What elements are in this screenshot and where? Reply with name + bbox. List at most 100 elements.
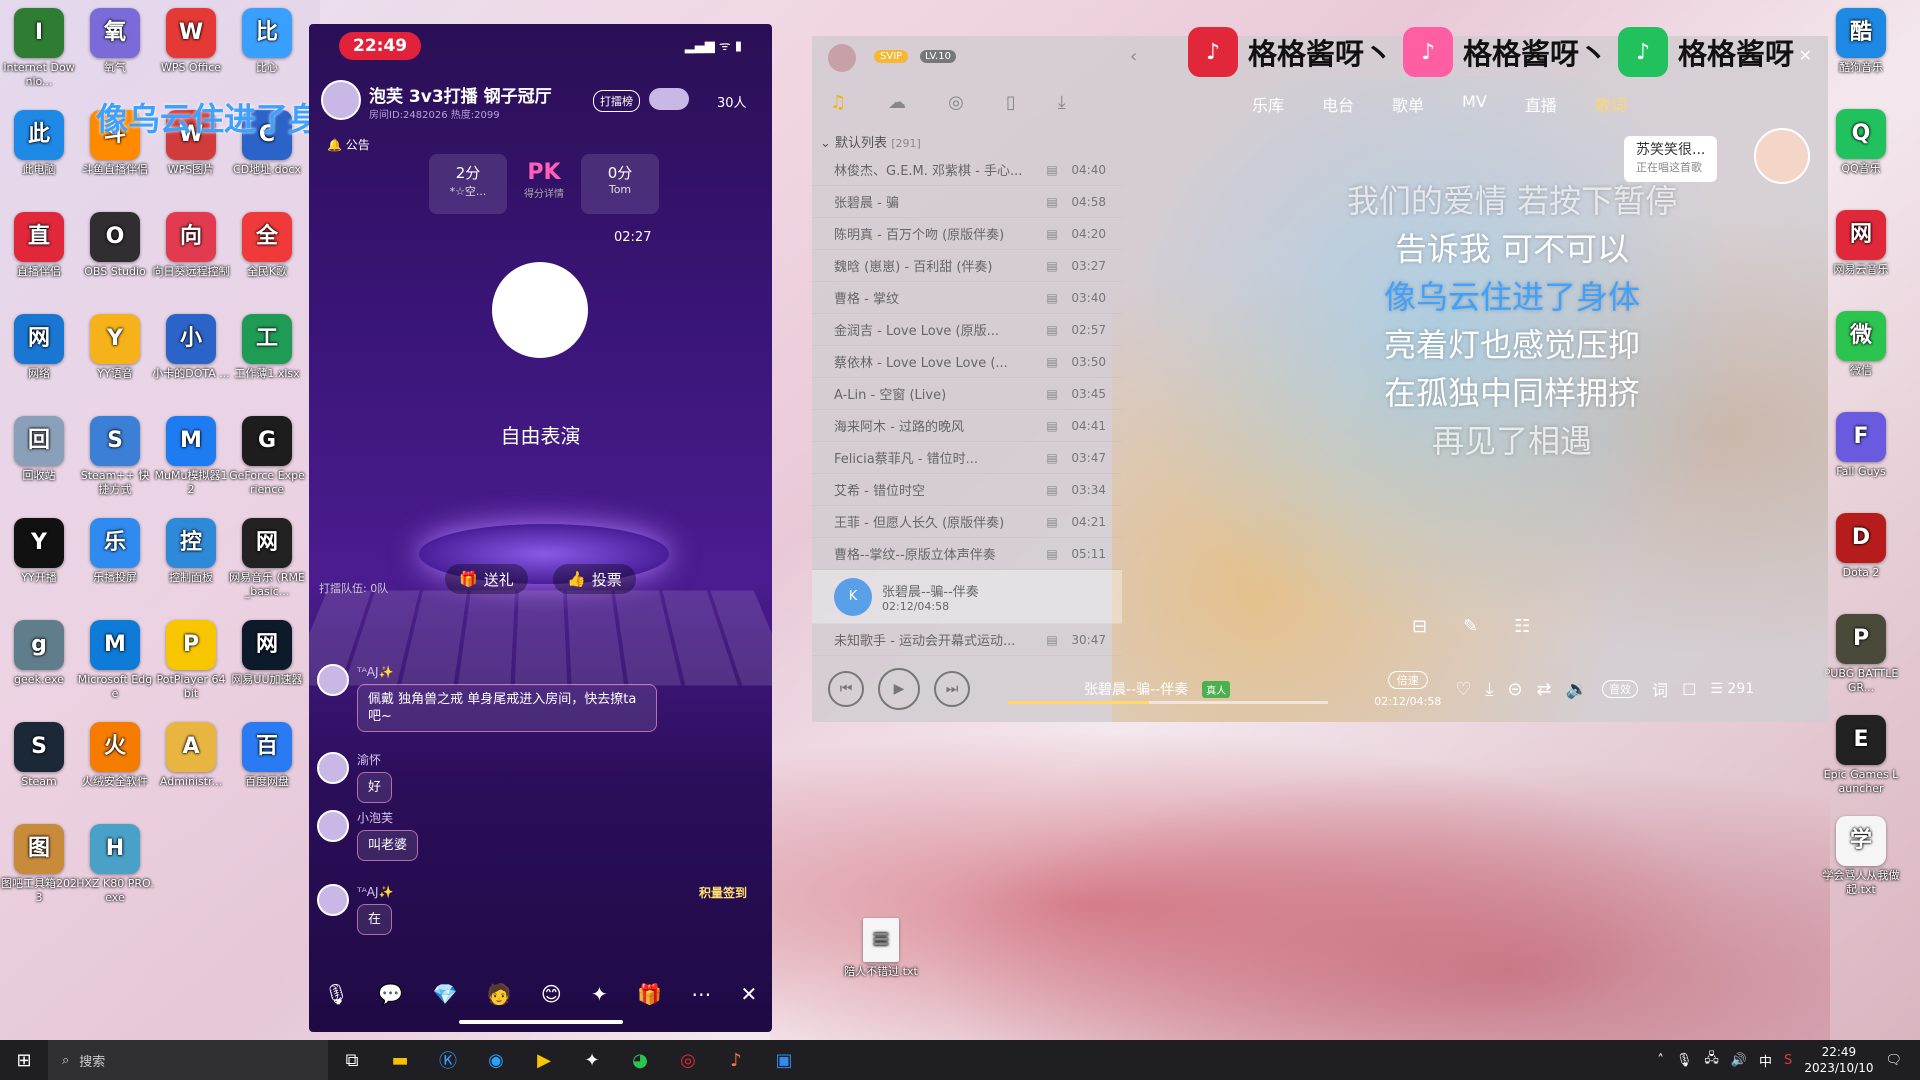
desktop-shortcut[interactable]: I Internet Downlo... <box>0 8 78 89</box>
playlist-row[interactable]: 林俊杰、G.E.M. 邓紫棋 - 手心... ▤ 04:40 <box>812 154 1122 186</box>
notification-icon[interactable]: 🗨 <box>1885 1053 1902 1068</box>
sign-in-button[interactable]: 积量签到 <box>699 884 747 901</box>
loop-icon[interactable]: ⇄ <box>1537 679 1552 700</box>
music-tab[interactable]: 歌单 <box>1392 92 1424 116</box>
volume-icon[interactable]: 🔊 <box>1731 1053 1747 1068</box>
desktop-shortcut[interactable]: 百百度网盘 <box>228 722 306 789</box>
file-explorer-icon[interactable]: ▬ <box>376 1040 424 1080</box>
desktop-shortcut[interactable]: 全全民K歌 <box>228 212 306 279</box>
mv-icon[interactable]: ▤ <box>1038 323 1066 337</box>
ime-indicator[interactable]: 中 <box>1759 1051 1772 1070</box>
desktop-shortcut[interactable]: 回回收站 <box>0 416 78 483</box>
mv-icon[interactable]: ▤ <box>1038 451 1066 465</box>
lebo-icon[interactable]: ▣ <box>760 1040 808 1080</box>
phone-mirror-window[interactable]: 22:49 ▂▄▆ ᯤ ▮ 泡芙 3v3打播 钢子冠厅 房间ID:2482026… <box>309 24 772 1032</box>
star-icon[interactable]: ✦ <box>591 982 608 1006</box>
comment-icon[interactable]: ☷ <box>1514 616 1530 637</box>
desktop-shortcut[interactable]: H HXZ K80 PRO.exe <box>76 824 154 905</box>
effect-button[interactable]: 音效 <box>1602 680 1639 698</box>
playlist-row[interactable]: 陈明真 - 百万个吻 (原版伴奏) ▤ 04:20 <box>812 218 1122 250</box>
desktop-shortcut[interactable]: Y YY语音 <box>76 314 154 381</box>
emoji-icon[interactable]: 😊 <box>541 982 562 1006</box>
desktop-shortcut[interactable]: M Microsoft Edge <box>76 620 154 701</box>
desktop-shortcut[interactable]: 向向日葵远程控制 <box>152 212 230 279</box>
antivirus-icon[interactable]: S <box>1784 1053 1792 1068</box>
rme-icon[interactable]: ✦ <box>568 1040 616 1080</box>
desktop-shortcut[interactable]: 乐乐播投屏 <box>76 518 154 585</box>
crystal-icon[interactable]: 💎 <box>433 982 458 1006</box>
more-icon[interactable]: ⋯ <box>691 982 711 1006</box>
play-icon[interactable]: ▶ <box>878 668 920 710</box>
progress-bar[interactable] <box>1008 701 1328 704</box>
music-tab[interactable]: 直播 <box>1525 92 1557 116</box>
queue-button[interactable]: ☰ 291 <box>1710 681 1754 697</box>
mv-icon[interactable]: ▤ <box>1038 227 1066 241</box>
music-tab[interactable]: 电台 <box>1322 92 1354 116</box>
rank-badge[interactable]: 打擂榜 <box>593 90 640 112</box>
desktop-shortcut[interactable]: A Administr... <box>152 722 230 789</box>
desktop-shortcut[interactable]: M MuMu模拟器12 <box>152 416 230 497</box>
desktop-shortcut[interactable]: D Dota 2 <box>1822 513 1900 580</box>
radio-icon[interactable]: ◎ <box>948 92 964 113</box>
desktop-shortcut[interactable]: g geek.exe <box>0 620 78 687</box>
desktop-shortcut[interactable]: 比比心 <box>228 8 306 75</box>
desktop-shortcut[interactable]: 小小卡的DOTA ... <box>152 314 230 381</box>
desktop-shortcut[interactable]: 此此电脑 <box>0 110 78 177</box>
next-icon[interactable]: ⏭ <box>934 671 970 707</box>
chat-avatar[interactable] <box>317 884 349 916</box>
cloud-icon[interactable]: ☁ <box>888 92 906 113</box>
desktop-shortcut[interactable]: G GeForce Experience <box>228 416 306 497</box>
potplayer-icon[interactable]: ▶ <box>520 1040 568 1080</box>
playlist-row[interactable]: 曹格--掌纹--原版立体声伴奏 ▤ 05:11 <box>812 538 1122 570</box>
close-icon[interactable]: ✕ <box>1799 46 1812 65</box>
pk-scoreboard[interactable]: 2分 *☆空... PK 得分详情 0分 Tom <box>429 154 659 214</box>
desktop-shortcut[interactable]: 直直播伴侣 <box>0 212 78 279</box>
music-tab[interactable]: 歌词 <box>1595 92 1627 116</box>
speed-button[interactable]: 倍速 <box>1387 670 1428 689</box>
desktop-shortcut[interactable]: 微微信 <box>1822 311 1900 378</box>
music-note-icon[interactable]: ♫ <box>830 92 846 113</box>
desktop-shortcut[interactable]: P PotPlayer 64 bit <box>152 620 230 701</box>
download-icon[interactable]: ⤓ <box>1058 92 1066 113</box>
desktop-shortcut[interactable]: 网网易云音乐 <box>1822 210 1900 277</box>
desktop-shortcut[interactable]: 网网易UU加速器 <box>228 620 306 687</box>
close-icon[interactable]: ✕ <box>741 982 758 1006</box>
home-indicator[interactable] <box>459 1020 623 1024</box>
desktop-shortcut[interactable]: 网网络 <box>0 314 78 381</box>
desktop-shortcut[interactable]: E Epic Games Launcher <box>1822 715 1900 796</box>
mv-icon[interactable]: ▤ <box>1038 163 1066 177</box>
mv-icon[interactable]: ▤ <box>1038 483 1066 497</box>
network-icon[interactable]: 🖧 <box>1704 1049 1719 1071</box>
mv-icon[interactable]: ▤ <box>1038 195 1066 209</box>
desktop-shortcut[interactable]: 网网易音乐 (RME_basic... <box>228 518 306 599</box>
desktop-shortcut[interactable]: 控控制面板 <box>152 518 230 585</box>
clock[interactable]: 22:49 2023/10/10 <box>1804 1044 1873 1076</box>
host-seat-icon[interactable]: 🧑 <box>487 982 512 1006</box>
playlist-header[interactable]: ⌄ 默认列表 [291] <box>820 132 921 151</box>
desktop-shortcut[interactable]: W WPS Office <box>152 8 230 75</box>
chat-avatar[interactable] <box>317 810 349 842</box>
singer-bubble[interactable]: 苏笑笑很... 正在唱这首歌 <box>1624 136 1718 182</box>
now-playing-row[interactable]: K 张碧晨--骗--伴奏 02:12/04:58 <box>812 570 1122 624</box>
host-avatar[interactable]: 🐱 <box>492 262 588 358</box>
mv-icon[interactable]: ▤ <box>1038 547 1066 561</box>
desktop-shortcut[interactable]: S Steam <box>0 722 78 789</box>
chat-avatar[interactable] <box>317 752 349 784</box>
playlist-row[interactable]: 艾希 - 错位时空 ▤ 03:34 <box>812 474 1122 506</box>
playlist-row[interactable]: 金润吉 - Love Love (原版... ▤ 02:57 <box>812 314 1122 346</box>
volume-icon[interactable]: 🔉 <box>1566 679 1588 700</box>
chat-icon[interactable]: 💬 <box>378 982 403 1006</box>
mv-icon[interactable]: ▤ <box>1038 419 1066 433</box>
desktop-shortcut[interactable]: 学学会骂人从我做起.txt <box>1822 816 1900 897</box>
desktop-shortcut[interactable]: 酷酷狗音乐 <box>1822 8 1900 75</box>
windows-start-icon[interactable]: ⊞ <box>0 1040 48 1080</box>
download-icon[interactable]: ⤓ <box>1485 679 1493 700</box>
back-arrow-icon[interactable]: ‹ <box>1130 46 1137 67</box>
desktop-shortcut[interactable]: O OBS Studio <box>76 212 154 279</box>
desktop-shortcut[interactable]: F Fall Guys <box>1822 412 1900 479</box>
chat-username[interactable]: ᵀᴬAJ✨ <box>357 884 393 901</box>
music-tab[interactable]: 乐库 <box>1252 92 1284 116</box>
obs-icon[interactable]: ◎ <box>664 1040 712 1080</box>
search-box[interactable]: ⌕ 搜索 <box>48 1040 328 1080</box>
playlist-row[interactable]: 海来阿木 - 过路的晚风 ▤ 04:41 <box>812 410 1122 442</box>
